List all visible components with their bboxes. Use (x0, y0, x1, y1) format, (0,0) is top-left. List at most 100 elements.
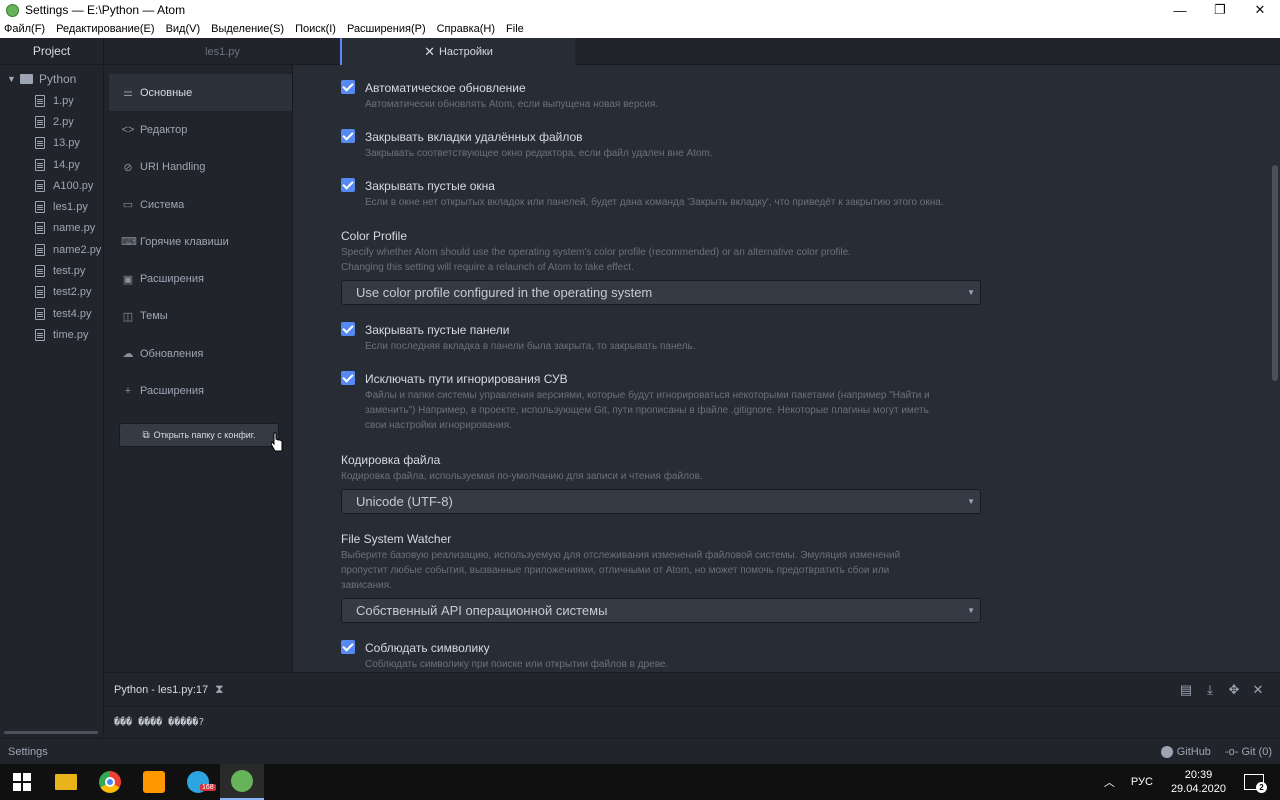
setting-title: Закрывать пустые окна (365, 179, 495, 193)
nav-uri-handling[interactable]: ⊘ URI Handling (105, 149, 292, 186)
tree-file[interactable]: name2.py (0, 239, 103, 260)
setting-title: Color Profile (341, 229, 408, 243)
setting-desc: Файлы и папки системы управления версиям… (365, 390, 930, 401)
setting-exclude-vcs-paths: Исключать пути игнорирования СУВ Файлы и… (341, 371, 981, 433)
taskbar-atom[interactable] (220, 764, 264, 800)
nav-label: Горячие клавиши (140, 235, 229, 248)
file-icon (35, 222, 45, 235)
close-deleted-checkbox[interactable] (341, 129, 355, 143)
file-encoding-select[interactable]: Unicode (UTF-8) ▼ (341, 489, 981, 514)
select-value: Собственный API операционной системы (356, 603, 608, 618)
setting-file-encoding: Кодировка файла Кодировка файла, использ… (341, 452, 981, 514)
dropdown-arrow-icon: ▼ (967, 497, 975, 506)
clock[interactable]: 20:39 29.04.2020 (1171, 768, 1226, 796)
tree-file[interactable]: test.py (0, 260, 103, 281)
menu-edit[interactable]: Редактирование(E) (56, 23, 154, 35)
folder-icon (20, 74, 33, 84)
file-icon (35, 328, 45, 341)
project-scrollbar[interactable] (4, 731, 98, 734)
download-icon[interactable]: ⤓ (1198, 682, 1222, 698)
status-left[interactable]: Settings (8, 746, 48, 758)
setting-desc: Changing this setting will require a rel… (341, 262, 634, 273)
tree-file[interactable]: 1.py (0, 90, 103, 111)
copy-icon[interactable]: ▤ (1174, 682, 1198, 698)
menu-file-extra[interactable]: File (506, 23, 524, 35)
git-label: Git (0) (1241, 746, 1272, 758)
close-empty-panes-checkbox[interactable] (341, 322, 355, 336)
tree-file[interactable]: test2.py (0, 282, 103, 303)
taskbar-chrome[interactable] (88, 764, 132, 800)
file-icon (35, 158, 45, 171)
tree-file[interactable]: name.py (0, 218, 103, 239)
window-controls: — ❐ ✕ (1160, 0, 1280, 20)
file-icon (35, 137, 45, 150)
menu-file[interactable]: Файл(F) (4, 23, 45, 35)
menu-bar: Файл(F) Редактирование(E) Вид(V) Выделен… (0, 20, 1280, 38)
setting-close-empty-windows: Закрывать пустые окна Если в окне нет от… (341, 178, 981, 210)
tree-file-label: test4.py (53, 307, 92, 320)
nav-packages[interactable]: ▣ Расширения (105, 260, 292, 297)
github-button[interactable]: GitHub (1160, 746, 1211, 758)
hand-cursor-icon (271, 432, 283, 452)
menu-view[interactable]: Вид(V) (166, 23, 201, 35)
minimize-button[interactable]: — (1160, 0, 1200, 20)
notification-center-icon[interactable]: 2 (1244, 774, 1267, 793)
menu-selection[interactable]: Выделение(S) (211, 23, 284, 35)
tree-file[interactable]: test4.py (0, 303, 103, 324)
menu-help[interactable]: Справка(H) (437, 23, 495, 35)
nav-editor[interactable]: <> Редактор (105, 111, 292, 148)
nav-keybindings[interactable]: ⌨ Горячие клавиши (105, 223, 292, 260)
output-text: ��� ���� �����? (105, 707, 1280, 738)
tree-file[interactable]: 14.py (0, 154, 103, 175)
chevron-up-icon[interactable]: ︿ (1104, 774, 1115, 790)
auto-update-checkbox[interactable] (341, 80, 355, 94)
settings-scrollbar[interactable] (1272, 165, 1278, 381)
close-empty-windows-checkbox[interactable] (341, 178, 355, 192)
nav-themes[interactable]: ◫ Темы (105, 298, 292, 335)
tree-file[interactable]: time.py (0, 324, 103, 345)
select-value: Use color profile configured in the oper… (356, 285, 653, 300)
nav-system[interactable]: ▭ Система (105, 186, 292, 223)
tree-file[interactable]: 13.py (0, 133, 103, 154)
restore-button[interactable]: ❐ (1200, 0, 1240, 20)
tree-file[interactable]: 2.py (0, 111, 103, 132)
tab-label: Настройки (438, 45, 493, 58)
plus-icon: + (124, 385, 132, 398)
tree-root-folder[interactable]: ▼ Python (0, 68, 103, 90)
move-icon[interactable]: ✥ (1222, 682, 1246, 698)
tree-file-label: 13.py (53, 137, 80, 150)
tree-file[interactable]: A100.py (0, 175, 103, 196)
tab-les1[interactable]: les1.py (105, 38, 340, 65)
close-panel-icon[interactable]: ✕ (1246, 682, 1270, 698)
chrome-icon (99, 771, 121, 793)
nav-core[interactable]: ⚌ Основные (109, 74, 292, 112)
setting-auto-update: Автоматическое обновление Автоматически … (341, 80, 981, 112)
tab-settings[interactable]: ✕ Настройки (340, 38, 575, 65)
window-title: Settings — E:\Python — Atom (25, 3, 186, 17)
status-bar: Settings GitHub -o- Git (0) (0, 738, 1280, 764)
language-indicator[interactable]: РУС (1131, 776, 1153, 788)
menu-find[interactable]: Поиск(I) (295, 23, 336, 35)
nav-install[interactable]: + Расширения (105, 372, 292, 409)
open-config-folder-button[interactable]: ⧉ Открыть папку с конфиг. (119, 423, 279, 447)
taskbar-telegram[interactable]: 168 (176, 764, 220, 800)
fs-watcher-select[interactable]: Собственный API операционной системы ▼ (341, 598, 981, 623)
package-icon: ▣ (122, 273, 134, 286)
exclude-vcs-checkbox[interactable] (341, 371, 355, 385)
clock-date: 29.04.2020 (1170, 783, 1226, 795)
code-icon: <> (121, 123, 135, 136)
tree-file[interactable]: les1.py (0, 196, 103, 217)
follow-symlinks-checkbox[interactable] (341, 640, 355, 654)
taskbar-explorer[interactable] (44, 764, 88, 800)
windows-logo-icon (13, 773, 31, 791)
color-profile-select[interactable]: Use color profile configured in the oper… (341, 280, 981, 305)
menu-packages[interactable]: Расширения(P) (347, 23, 426, 35)
setting-title: Закрывать вкладки удалённых файлов (365, 130, 583, 144)
project-header[interactable]: Project (0, 38, 103, 65)
nav-updates[interactable]: ☁ Обновления (105, 335, 292, 372)
start-button[interactable] (0, 764, 44, 800)
close-button[interactable]: ✕ (1240, 0, 1280, 20)
nav-label: Основные (140, 86, 193, 99)
git-button[interactable]: -o- Git (0) (1225, 746, 1272, 758)
taskbar-sublime[interactable] (132, 764, 176, 800)
